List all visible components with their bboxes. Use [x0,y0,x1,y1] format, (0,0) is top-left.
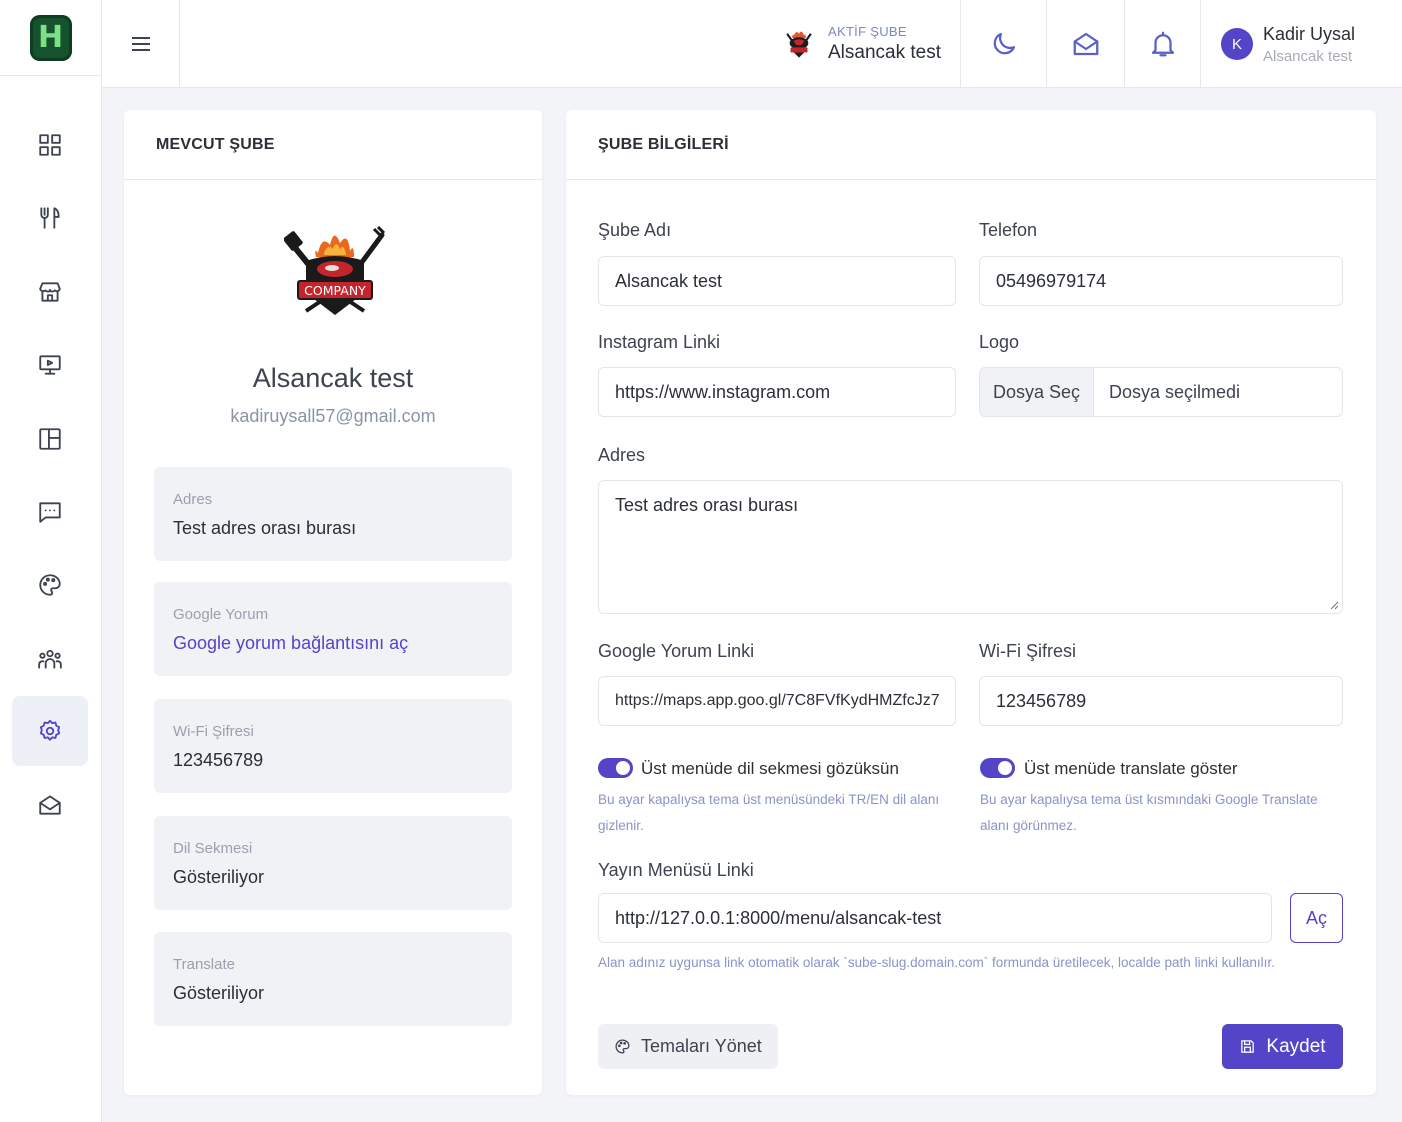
hamburger-button[interactable] [102,0,180,88]
manage-themes-button[interactable]: Temaları Yönet [598,1024,778,1069]
active-branch-name: Alsancak test [828,42,941,63]
palette-icon [615,1039,630,1054]
menu-link-input[interactable]: http://127.0.0.1:8000/menu/alsancak-test [598,893,1272,943]
phone-input[interactable]: 05496979174 [979,256,1343,306]
info-label: Dil Sekmesi [173,840,253,857]
address-label: Adres [598,445,646,465]
sidebar-item-store[interactable] [12,257,88,327]
avatar: K [1221,28,1253,60]
info-label: Adres [173,491,213,508]
phone-label: Telefon [979,220,1038,240]
translate-toggle[interactable] [980,758,1015,778]
app-logo-letter: H [37,20,64,55]
info-value: Gösteriliyor [173,983,265,1003]
language-tab-toggle[interactable] [598,758,633,778]
manage-themes-label: Temaları Yönet [641,1036,762,1056]
branch-info-card: ŞUBE BİLGİLERİ Şube Adı Alsancak test Te… [566,110,1376,1095]
branch-info-title: ŞUBE BİLGİLERİ [566,110,1376,180]
gear-icon [39,719,61,741]
save-icon [1241,1040,1255,1053]
branch-display-name: Alsancak test [252,363,414,393]
users-icon [38,649,62,669]
file-status: Dosya seçilmedi [1109,381,1241,402]
info-label: Wi-Fi Şifresi [173,723,254,740]
open-link-button[interactable]: Aç [1290,893,1343,943]
company-logo-text: COMPANY [304,283,366,298]
sidebar-item-grid[interactable] [12,110,88,180]
instagram-label: Instagram Linki [598,332,721,352]
notifications-button[interactable] [1124,0,1200,88]
chat-icon [39,502,61,523]
translate-toggle-label: Üst menüde translate göster [1024,759,1238,778]
instagram-input[interactable]: https://www.instagram.com [598,367,956,417]
layout-icon [39,428,61,450]
choose-file-button[interactable]: Dosya Seç [980,368,1094,416]
sidebar-item-messages[interactable] [12,477,88,547]
google-review-input[interactable]: https://maps.app.goo.gl/7C8FVfKydHMZfcJz… [598,676,956,726]
monitor-icon [39,355,61,375]
logo-file-input[interactable]: Dosya Seç Dosya seçilmedi [979,367,1343,417]
info-box-address: Adres Test adres orası burası [154,467,512,561]
save-button[interactable]: Kaydet [1222,1024,1343,1069]
language-tab-toggle-label: Üst menüde dil sekmesi gözüksün [641,759,899,778]
sidebar-item-themes[interactable] [12,550,88,620]
menu-link-label: Yayın Menüsü Linki [598,860,754,880]
sidebar: H [0,0,102,1122]
theme-toggle-button[interactable] [960,0,1046,88]
address-text: Test adres orası burası [615,495,799,515]
active-branch-label: AKTİF ŞUBE [828,24,907,39]
app-logo[interactable]: H [29,14,72,61]
info-box-google: Google Yorum Google yorum bağlantısını a… [154,582,512,676]
info-value: Test adres orası burası [173,518,357,538]
sidebar-item-mail[interactable] [12,770,88,840]
bell-icon [1151,31,1174,57]
translate-hint: Bu ayar kapalıysa tema üst kısmındaki Go… [980,792,1318,833]
company-logo: COMPANY [284,225,386,315]
sidebar-item-users[interactable] [12,624,88,694]
google-review-label: Google Yorum Linki [598,641,755,661]
moon-icon [993,32,1015,55]
info-box-translate: Translate Gösteriliyor [154,932,512,1026]
mail-open-icon [39,795,61,815]
mail-open-icon [1073,32,1098,56]
sidebar-item-layout[interactable] [12,404,88,474]
branch-name-input[interactable]: Alsancak test [598,256,956,306]
save-label: Kaydet [1266,1035,1326,1057]
top-header: AKTİF ŞUBE Alsancak test K Kadir Uysal A… [102,0,1402,88]
user-name: Kadir Uysal [1263,23,1356,44]
branch-logo-icon [786,31,812,58]
active-branch[interactable]: AKTİF ŞUBE Alsancak test [782,0,960,88]
user-branch: Alsancak test [1263,47,1353,65]
sidebar-item-menu[interactable] [12,183,88,253]
info-label: Google Yorum [173,606,269,623]
branch-email: kadiruysall57@gmail.com [230,406,436,426]
current-branch-card: MEVCUT ŞUBE COMPANY Alsancak test kadiru… [124,110,542,1095]
messages-button[interactable] [1046,0,1124,88]
wifi-input[interactable]: 123456789 [979,676,1343,726]
language-tab-hint: Bu ayar kapalıysa tema üst menüsündeki T… [598,792,940,833]
google-review-link[interactable]: Google yorum bağlantısını aç [173,633,493,654]
logo-area: H [0,0,101,76]
info-label: Translate [173,956,235,973]
address-textarea[interactable]: Test adres orası burası [598,480,1343,614]
wifi-label: Wi-Fi Şifresi [979,641,1076,661]
info-value: Gösteriliyor [173,867,265,887]
branch-name-label: Şube Adı [598,220,672,240]
resize-grip-icon[interactable] [1329,600,1339,610]
logo-label: Logo [979,332,1020,352]
hamburger-icon [131,37,150,51]
info-box-language-tab: Dil Sekmesi Gösteriliyor [154,816,512,910]
sidebar-item-settings[interactable] [12,696,88,766]
info-value: 123456789 [173,750,264,770]
dashboard-grid-icon [39,134,61,156]
sidebar-item-screen[interactable] [12,330,88,400]
menu-link-hint: Alan adınız uygunsa link otomatik olarak… [598,955,1275,970]
store-icon [39,282,61,302]
palette-icon [39,574,61,596]
current-branch-title: MEVCUT ŞUBE [124,110,542,180]
info-box-wifi: Wi-Fi Şifresi 123456789 [154,699,512,793]
user-menu[interactable]: K Kadir Uysal Alsancak test [1200,0,1402,88]
fork-knife-icon [40,207,60,229]
